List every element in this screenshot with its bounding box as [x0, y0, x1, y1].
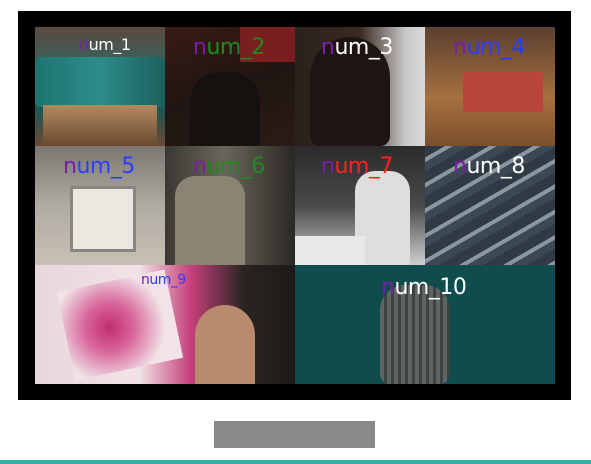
- tile-9[interactable]: num_9: [35, 265, 295, 384]
- tile-5-label-first: n: [63, 154, 77, 179]
- tile-4-label-rest: um_4: [466, 35, 525, 60]
- tile-10-label: num_10: [381, 275, 467, 300]
- tile-6-label-first: n: [193, 154, 207, 179]
- tile-1-image-legs: [43, 105, 157, 145]
- tile-3-label: num_3: [321, 37, 393, 59]
- tile-5-image: [70, 186, 136, 252]
- tile-6[interactable]: num_6: [165, 146, 295, 265]
- tile-2-label: num_2: [193, 37, 265, 59]
- bottom-divider: [0, 460, 591, 464]
- tile-5[interactable]: num_5: [35, 146, 165, 265]
- tile-10-label-rest: um_10: [394, 275, 467, 300]
- tile-2-image-person: [190, 72, 260, 146]
- tile-9-label-rest: um_9: [149, 272, 186, 288]
- tile-6-label: num_6: [193, 156, 265, 178]
- tile-6-label-rest: um_6: [206, 154, 265, 179]
- image-grid: num_1 num_2 num_3 num_4 num_5 num_6 num_…: [35, 27, 555, 384]
- tile-1-label: num_1: [79, 37, 131, 53]
- monitor-stand: [214, 421, 375, 448]
- tile-7-label-rest: um_7: [334, 154, 393, 179]
- tile-9-image-hand: [195, 305, 255, 384]
- tile-9-label: num_9: [141, 273, 186, 287]
- tile-2[interactable]: num_2: [165, 27, 295, 146]
- tile-3[interactable]: num_3: [295, 27, 425, 146]
- tile-4-image: [463, 72, 543, 112]
- tile-1-label-first: n: [79, 35, 89, 54]
- tile-3-label-rest: um_3: [334, 35, 393, 60]
- tile-1[interactable]: num_1: [35, 27, 165, 146]
- tile-4[interactable]: num_4: [425, 27, 555, 146]
- tile-1-label-rest: um_1: [88, 35, 131, 54]
- tile-7-image-desk: [295, 236, 365, 265]
- tile-4-label-first: n: [453, 35, 467, 60]
- tile-4-label: num_4: [453, 37, 525, 59]
- tile-5-label: num_5: [63, 156, 135, 178]
- tile-10-label-first: n: [381, 275, 395, 300]
- tile-7-label-first: n: [321, 154, 335, 179]
- tile-2-label-first: n: [193, 35, 207, 60]
- tile-10[interactable]: num_10: [295, 265, 555, 384]
- tile-8-label: num_8: [453, 156, 525, 178]
- tile-8-label-rest: um_8: [466, 154, 525, 179]
- tile-3-label-first: n: [321, 35, 335, 60]
- tile-7[interactable]: num_7: [295, 146, 425, 265]
- tile-8[interactable]: num_8: [425, 146, 555, 265]
- tile-8-label-first: n: [453, 154, 467, 179]
- tile-7-label: num_7: [321, 156, 393, 178]
- tile-6-image: [175, 176, 245, 265]
- tile-2-label-rest: um_2: [206, 35, 265, 60]
- tile-1-image: [35, 57, 165, 107]
- tile-5-label-rest: um_5: [76, 154, 135, 179]
